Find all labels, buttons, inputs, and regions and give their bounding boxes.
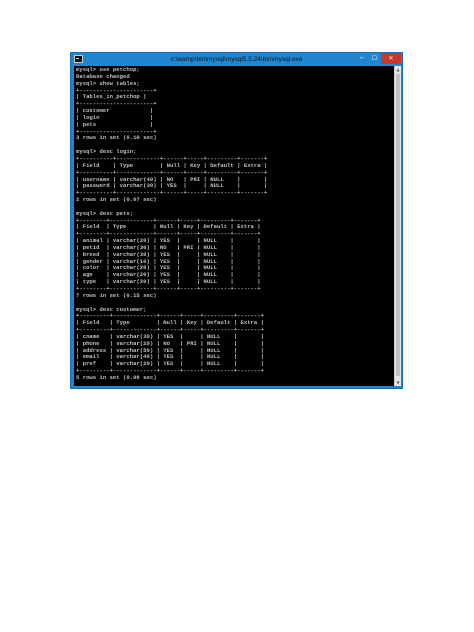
close-button[interactable]: ✕: [381, 53, 401, 64]
maximize-button[interactable]: ☐: [368, 53, 381, 64]
window-title: c:\wamp\bin\mysql\mysql5.5.24\bin\mysql.…: [170, 56, 303, 63]
vertical-scrollbar[interactable]: ▲ ▼: [394, 66, 401, 386]
scroll-down-icon[interactable]: ▼: [395, 379, 401, 386]
console-output-area[interactable]: mysql> use petchop; Database changed mys…: [74, 66, 394, 386]
document-page: c:\wamp\bin\mysql\mysql5.5.24\bin\mysql.…: [0, 0, 474, 632]
console-window: c:\wamp\bin\mysql\mysql5.5.24\bin\mysql.…: [70, 52, 403, 389]
minimize-button[interactable]: ─: [355, 53, 368, 64]
scroll-thumb[interactable]: [396, 74, 400, 376]
scroll-up-icon[interactable]: ▲: [395, 66, 401, 73]
console-output-text: mysql> use petchop; Database changed mys…: [76, 66, 268, 381]
title-bar[interactable]: c:\wamp\bin\mysql\mysql5.5.24\bin\mysql.…: [71, 53, 402, 66]
window-controls: ─ ☐ ✕: [355, 53, 401, 64]
